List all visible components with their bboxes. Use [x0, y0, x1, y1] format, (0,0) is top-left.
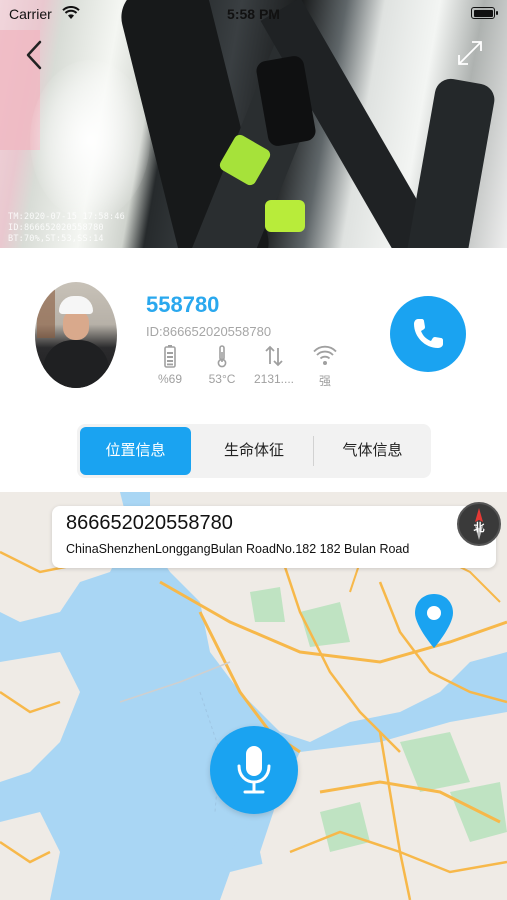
stat-battery: %69	[140, 344, 200, 386]
avatar	[35, 282, 117, 388]
data-transfer-icon	[265, 345, 283, 367]
tab-vital-signs[interactable]: 生命体征	[195, 427, 313, 475]
clock: 5:58 PM	[227, 6, 280, 22]
stat-temperature: 53°C	[192, 344, 252, 386]
phone-icon	[414, 319, 443, 348]
temperature-value: 53°C	[208, 372, 236, 386]
battery-level-icon	[164, 345, 176, 368]
status-bar: Carrier 5:58 PM	[0, 0, 507, 28]
thermometer-icon	[217, 345, 227, 368]
callout-device-id: 866652020558780	[66, 512, 233, 534]
location-pin-icon[interactable]	[412, 592, 456, 650]
camera-scene	[403, 76, 497, 248]
callout-address: ChinaShenzhenLonggangBulan RoadNo.182 18…	[66, 542, 410, 556]
back-button[interactable]	[20, 38, 50, 72]
device-info-panel: 558780 ID:866652020558780 %69 53°C 2131.…	[0, 248, 507, 492]
osd-line-time: TM:2020-07-15 17:58:46	[8, 212, 125, 222]
compass-label: 北	[473, 522, 485, 534]
device-name: 558780	[146, 292, 220, 317]
call-button[interactable]	[390, 296, 466, 372]
tab-gas-info[interactable]: 气体信息	[314, 427, 431, 475]
signal-value: 强	[318, 374, 331, 388]
camera-scene	[30, 60, 150, 220]
osd-line-status: BT:70%,ST:53,SS:14	[8, 234, 104, 244]
device-id: ID:866652020558780	[146, 324, 272, 339]
compass-button[interactable]: 北	[457, 502, 501, 546]
traffic-value: 2131....	[253, 372, 295, 386]
fullscreen-button[interactable]	[455, 38, 485, 68]
info-tabs: 位置信息 生命体征 气体信息	[77, 424, 431, 478]
camera-osd: TM:2020-07-15 17:58:46 ID:86665202055878…	[8, 212, 125, 245]
tab-location[interactable]: 位置信息	[80, 427, 191, 475]
camera-scene	[265, 200, 305, 232]
voice-talk-button[interactable]	[210, 726, 298, 814]
battery-icon	[471, 7, 498, 19]
stat-signal: 强	[295, 344, 355, 389]
battery-value: %69	[157, 372, 183, 386]
osd-line-id: ID:866652020558780	[8, 223, 104, 233]
wifi-signal-icon	[313, 345, 337, 365]
camera-feed: TM:2020-07-15 17:58:46 ID:86665202055878…	[0, 0, 507, 248]
microphone-icon	[237, 746, 271, 794]
location-callout[interactable]: 866652020558780 ChinaShenzhenLonggangBul…	[52, 506, 496, 568]
